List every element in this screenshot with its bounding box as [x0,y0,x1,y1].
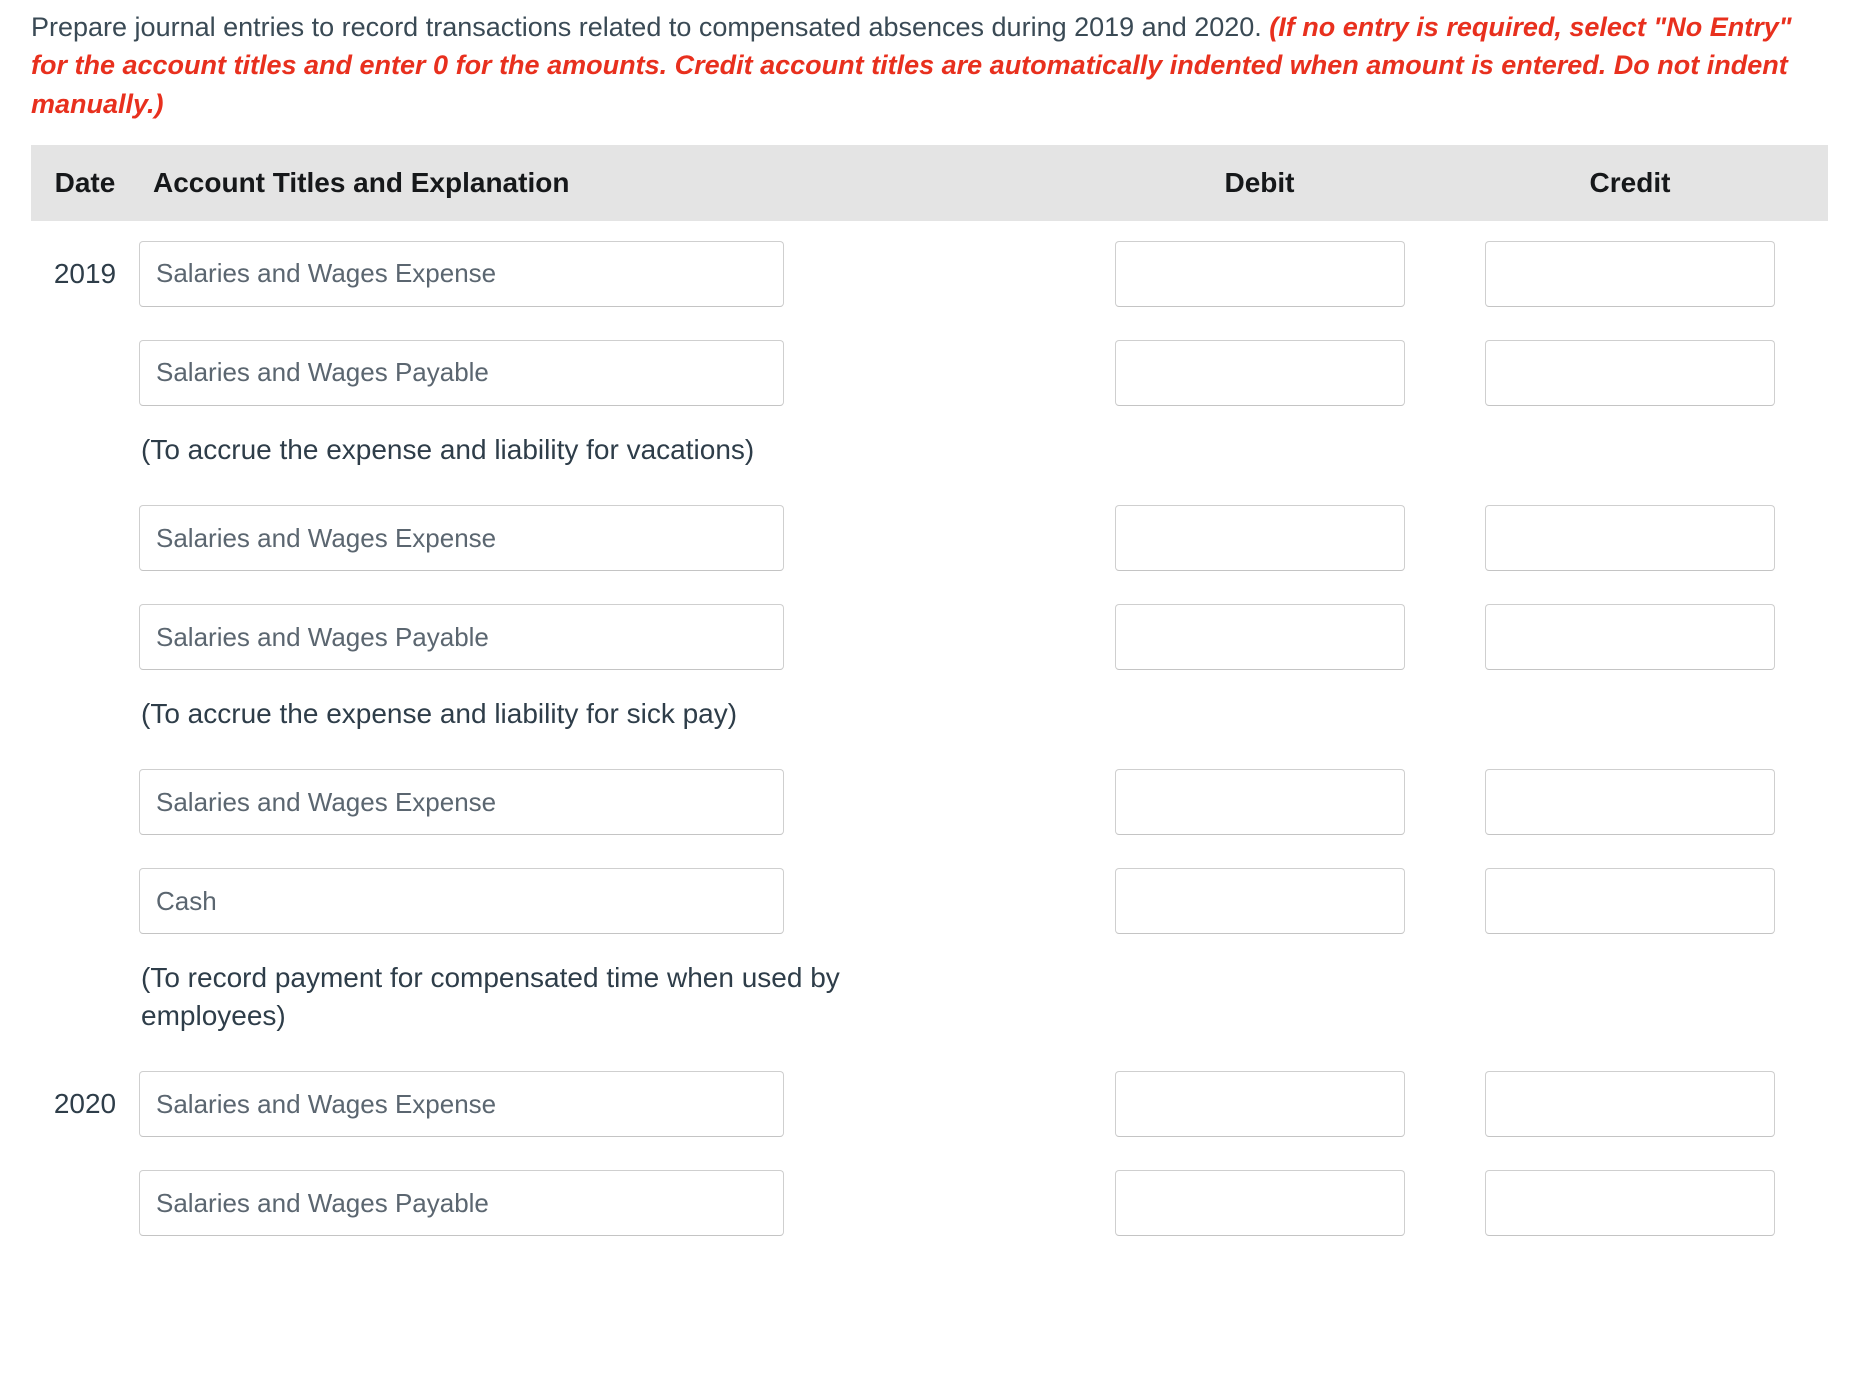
credit-cell [1432,769,1828,836]
account-cell [139,769,1087,836]
account-title-input[interactable] [139,769,784,836]
entry-date-label: 2020 [53,1088,117,1120]
account-cell [139,505,1087,572]
table-header-row: Date Account Titles and Explanation Debi… [31,144,1828,221]
debit-cell [1087,769,1432,836]
account-cell [139,868,1087,935]
table-row: (To accrue the expense and liability for… [31,419,1828,485]
account-title-input[interactable] [139,339,784,406]
account-title-input[interactable] [139,1170,784,1237]
entry-date-label: 2019 [53,257,117,289]
debit-cell [1087,339,1432,406]
debit-amount-input[interactable] [1114,868,1405,935]
column-header-credit: Credit [1589,166,1671,198]
entry-explanation-note: (To accrue the expense and liability for… [141,433,755,465]
account-title-input[interactable] [139,868,784,935]
credit-amount-input[interactable] [1485,339,1775,406]
credit-cell [1432,505,1828,572]
debit-amount-input[interactable] [1114,505,1405,572]
credit-amount-input[interactable] [1485,1170,1775,1237]
account-cell [139,604,1087,671]
table-body: 2019 (To accrue the expense and liability… [31,221,1828,1249]
credit-amount-input[interactable] [1485,604,1775,671]
account-title-input[interactable] [139,505,784,572]
table-row [31,485,1828,584]
column-header-account: Account Titles and Explanation [153,166,570,198]
debit-amount-input[interactable] [1114,1170,1405,1237]
table-row: 2020 [31,1051,1828,1150]
table-row [31,749,1828,848]
debit-amount-input[interactable] [1114,1071,1405,1138]
account-title-input[interactable] [139,1071,784,1138]
credit-cell [1432,240,1828,307]
table-row [31,1150,1828,1249]
table-row: (To record payment for compensated time … [31,947,1828,1051]
debit-cell [1087,1071,1432,1138]
account-cell: (To accrue the expense and liability for… [139,695,1087,733]
debit-amount-input[interactable] [1114,769,1405,836]
debit-amount-input[interactable] [1114,339,1405,406]
debit-cell [1087,868,1432,935]
debit-cell [1087,505,1432,572]
journal-entry-table: Date Account Titles and Explanation Debi… [31,144,1828,1249]
instructions-paragraph: Prepare journal entries to record transa… [0,0,1840,123]
credit-cell [1432,339,1828,406]
debit-cell [1087,240,1432,307]
debit-amount-input[interactable] [1114,604,1405,671]
table-row [31,584,1828,683]
credit-amount-input[interactable] [1485,1071,1775,1138]
column-header-debit: Debit [1224,166,1295,198]
entry-explanation-note: (To record payment for compensated time … [141,962,840,1032]
instructions-normal-text: Prepare journal entries to record transa… [31,12,1270,42]
credit-cell [1432,1071,1828,1138]
credit-amount-input[interactable] [1485,240,1775,307]
credit-cell [1432,1170,1828,1237]
account-cell: (To accrue the expense and liability for… [139,431,1087,469]
debit-amount-input[interactable] [1114,240,1405,307]
credit-cell [1432,604,1828,671]
account-title-input[interactable] [139,240,784,307]
entry-explanation-note: (To accrue the expense and liability for… [141,698,738,730]
account-cell [139,1071,1087,1138]
credit-amount-input[interactable] [1485,769,1775,836]
credit-amount-input[interactable] [1485,868,1775,935]
table-row: (To accrue the expense and liability for… [31,683,1828,749]
credit-cell [1432,868,1828,935]
account-cell [139,1170,1087,1237]
account-cell: (To record payment for compensated time … [139,959,1087,1035]
credit-amount-input[interactable] [1485,505,1775,572]
debit-cell [1087,604,1432,671]
account-title-input[interactable] [139,604,784,671]
column-header-date: Date [54,166,116,198]
table-row [31,848,1828,947]
account-cell [139,339,1087,406]
account-cell [139,240,1087,307]
table-row [31,320,1828,419]
debit-cell [1087,1170,1432,1237]
table-row: 2019 [31,221,1828,320]
